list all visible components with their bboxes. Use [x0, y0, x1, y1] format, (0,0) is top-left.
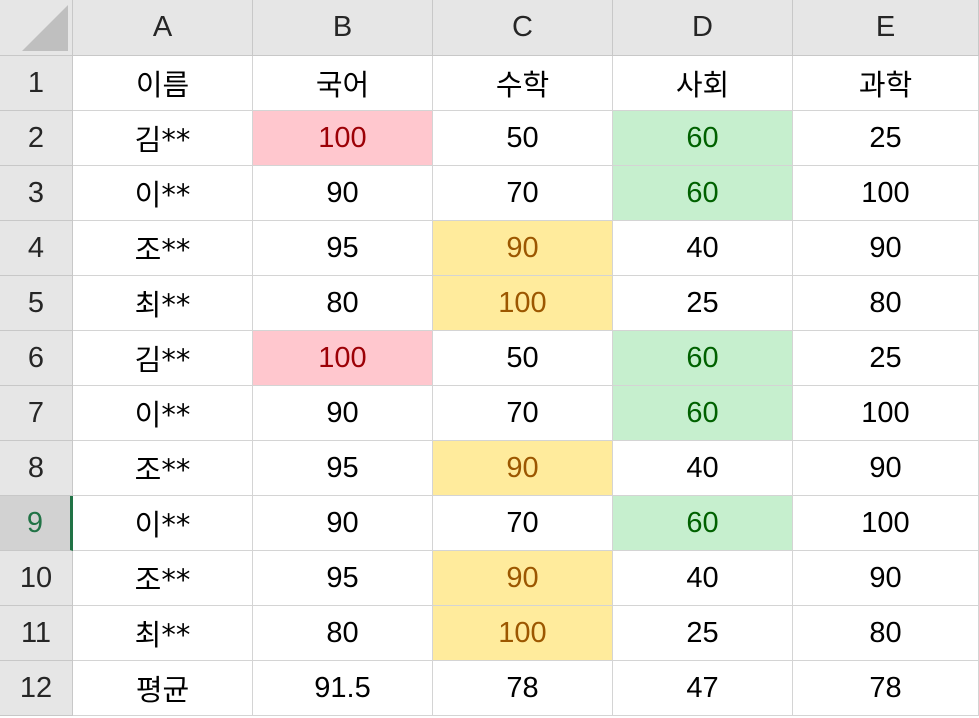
- cell-d9[interactable]: 60: [613, 496, 793, 551]
- cell-d1[interactable]: 사회: [613, 56, 793, 111]
- cell-b8[interactable]: 95: [253, 441, 433, 496]
- cell-a4[interactable]: 조**: [73, 221, 253, 276]
- select-all-corner[interactable]: [0, 0, 73, 56]
- cell-b2[interactable]: 100: [253, 111, 433, 166]
- cell-d2[interactable]: 60: [613, 111, 793, 166]
- cell-c5[interactable]: 100: [433, 276, 613, 331]
- cell-b5[interactable]: 80: [253, 276, 433, 331]
- cell-c7[interactable]: 70: [433, 386, 613, 441]
- cell-a12[interactable]: 평균: [73, 661, 253, 716]
- column-header-c[interactable]: C: [433, 0, 613, 56]
- cell-c6[interactable]: 50: [433, 331, 613, 386]
- cell-a1[interactable]: 이름: [73, 56, 253, 111]
- row-header-2[interactable]: 2: [0, 111, 73, 166]
- cell-c8[interactable]: 90: [433, 441, 613, 496]
- cell-b11[interactable]: 80: [253, 606, 433, 661]
- cell-d10[interactable]: 40: [613, 551, 793, 606]
- cell-e3[interactable]: 100: [793, 166, 979, 221]
- cell-d4[interactable]: 40: [613, 221, 793, 276]
- cell-a9[interactable]: 이**: [73, 496, 253, 551]
- cell-d12[interactable]: 47: [613, 661, 793, 716]
- cell-d11[interactable]: 25: [613, 606, 793, 661]
- cell-e10[interactable]: 90: [793, 551, 979, 606]
- cell-b4[interactable]: 95: [253, 221, 433, 276]
- row-header-8[interactable]: 8: [0, 441, 73, 496]
- cell-c3[interactable]: 70: [433, 166, 613, 221]
- column-header-d[interactable]: D: [613, 0, 793, 56]
- cell-b6[interactable]: 100: [253, 331, 433, 386]
- row-header-4[interactable]: 4: [0, 221, 73, 276]
- cell-b1[interactable]: 국어: [253, 56, 433, 111]
- row-header-6[interactable]: 6: [0, 331, 73, 386]
- row-header-9[interactable]: 9: [0, 496, 73, 551]
- cell-e11[interactable]: 80: [793, 606, 979, 661]
- cell-d5[interactable]: 25: [613, 276, 793, 331]
- cell-e2[interactable]: 25: [793, 111, 979, 166]
- cell-c4[interactable]: 90: [433, 221, 613, 276]
- cell-c10[interactable]: 90: [433, 551, 613, 606]
- row-header-7[interactable]: 7: [0, 386, 73, 441]
- cell-e9[interactable]: 100: [793, 496, 979, 551]
- cell-a10[interactable]: 조**: [73, 551, 253, 606]
- cell-a6[interactable]: 김**: [73, 331, 253, 386]
- cell-a3[interactable]: 이**: [73, 166, 253, 221]
- cell-a7[interactable]: 이**: [73, 386, 253, 441]
- cell-a2[interactable]: 김**: [73, 111, 253, 166]
- cell-d8[interactable]: 40: [613, 441, 793, 496]
- row-header-1[interactable]: 1: [0, 56, 73, 111]
- cell-d3[interactable]: 60: [613, 166, 793, 221]
- spreadsheet-grid: A B C D E 1 이름 국어 수학 사회 과학 2 김** 100 50 60 25 3 이** 90 70 60 1…: [0, 0, 979, 716]
- cell-a8[interactable]: 조**: [73, 441, 253, 496]
- cell-e12[interactable]: 78: [793, 661, 979, 716]
- cell-a5[interactable]: 최**: [73, 276, 253, 331]
- cell-b9[interactable]: 90: [253, 496, 433, 551]
- cell-c9[interactable]: 70: [433, 496, 613, 551]
- column-header-a[interactable]: A: [73, 0, 253, 56]
- row-header-5[interactable]: 5: [0, 276, 73, 331]
- cell-b12[interactable]: 91.5: [253, 661, 433, 716]
- cell-c2[interactable]: 50: [433, 111, 613, 166]
- row-header-11[interactable]: 11: [0, 606, 73, 661]
- row-header-3[interactable]: 3: [0, 166, 73, 221]
- cell-c11[interactable]: 100: [433, 606, 613, 661]
- cell-b10[interactable]: 95: [253, 551, 433, 606]
- select-all-triangle-icon: [22, 5, 68, 51]
- column-header-e[interactable]: E: [793, 0, 979, 56]
- cell-b3[interactable]: 90: [253, 166, 433, 221]
- cell-d6[interactable]: 60: [613, 331, 793, 386]
- cell-c1[interactable]: 수학: [433, 56, 613, 111]
- cell-e7[interactable]: 100: [793, 386, 979, 441]
- cell-e1[interactable]: 과학: [793, 56, 979, 111]
- row-header-12[interactable]: 12: [0, 661, 73, 716]
- cell-d7[interactable]: 60: [613, 386, 793, 441]
- cell-e5[interactable]: 80: [793, 276, 979, 331]
- cell-e8[interactable]: 90: [793, 441, 979, 496]
- cell-c12[interactable]: 78: [433, 661, 613, 716]
- cell-e4[interactable]: 90: [793, 221, 979, 276]
- cell-a11[interactable]: 최**: [73, 606, 253, 661]
- column-header-b[interactable]: B: [253, 0, 433, 56]
- cell-e6[interactable]: 25: [793, 331, 979, 386]
- cell-b7[interactable]: 90: [253, 386, 433, 441]
- row-header-10[interactable]: 10: [0, 551, 73, 606]
